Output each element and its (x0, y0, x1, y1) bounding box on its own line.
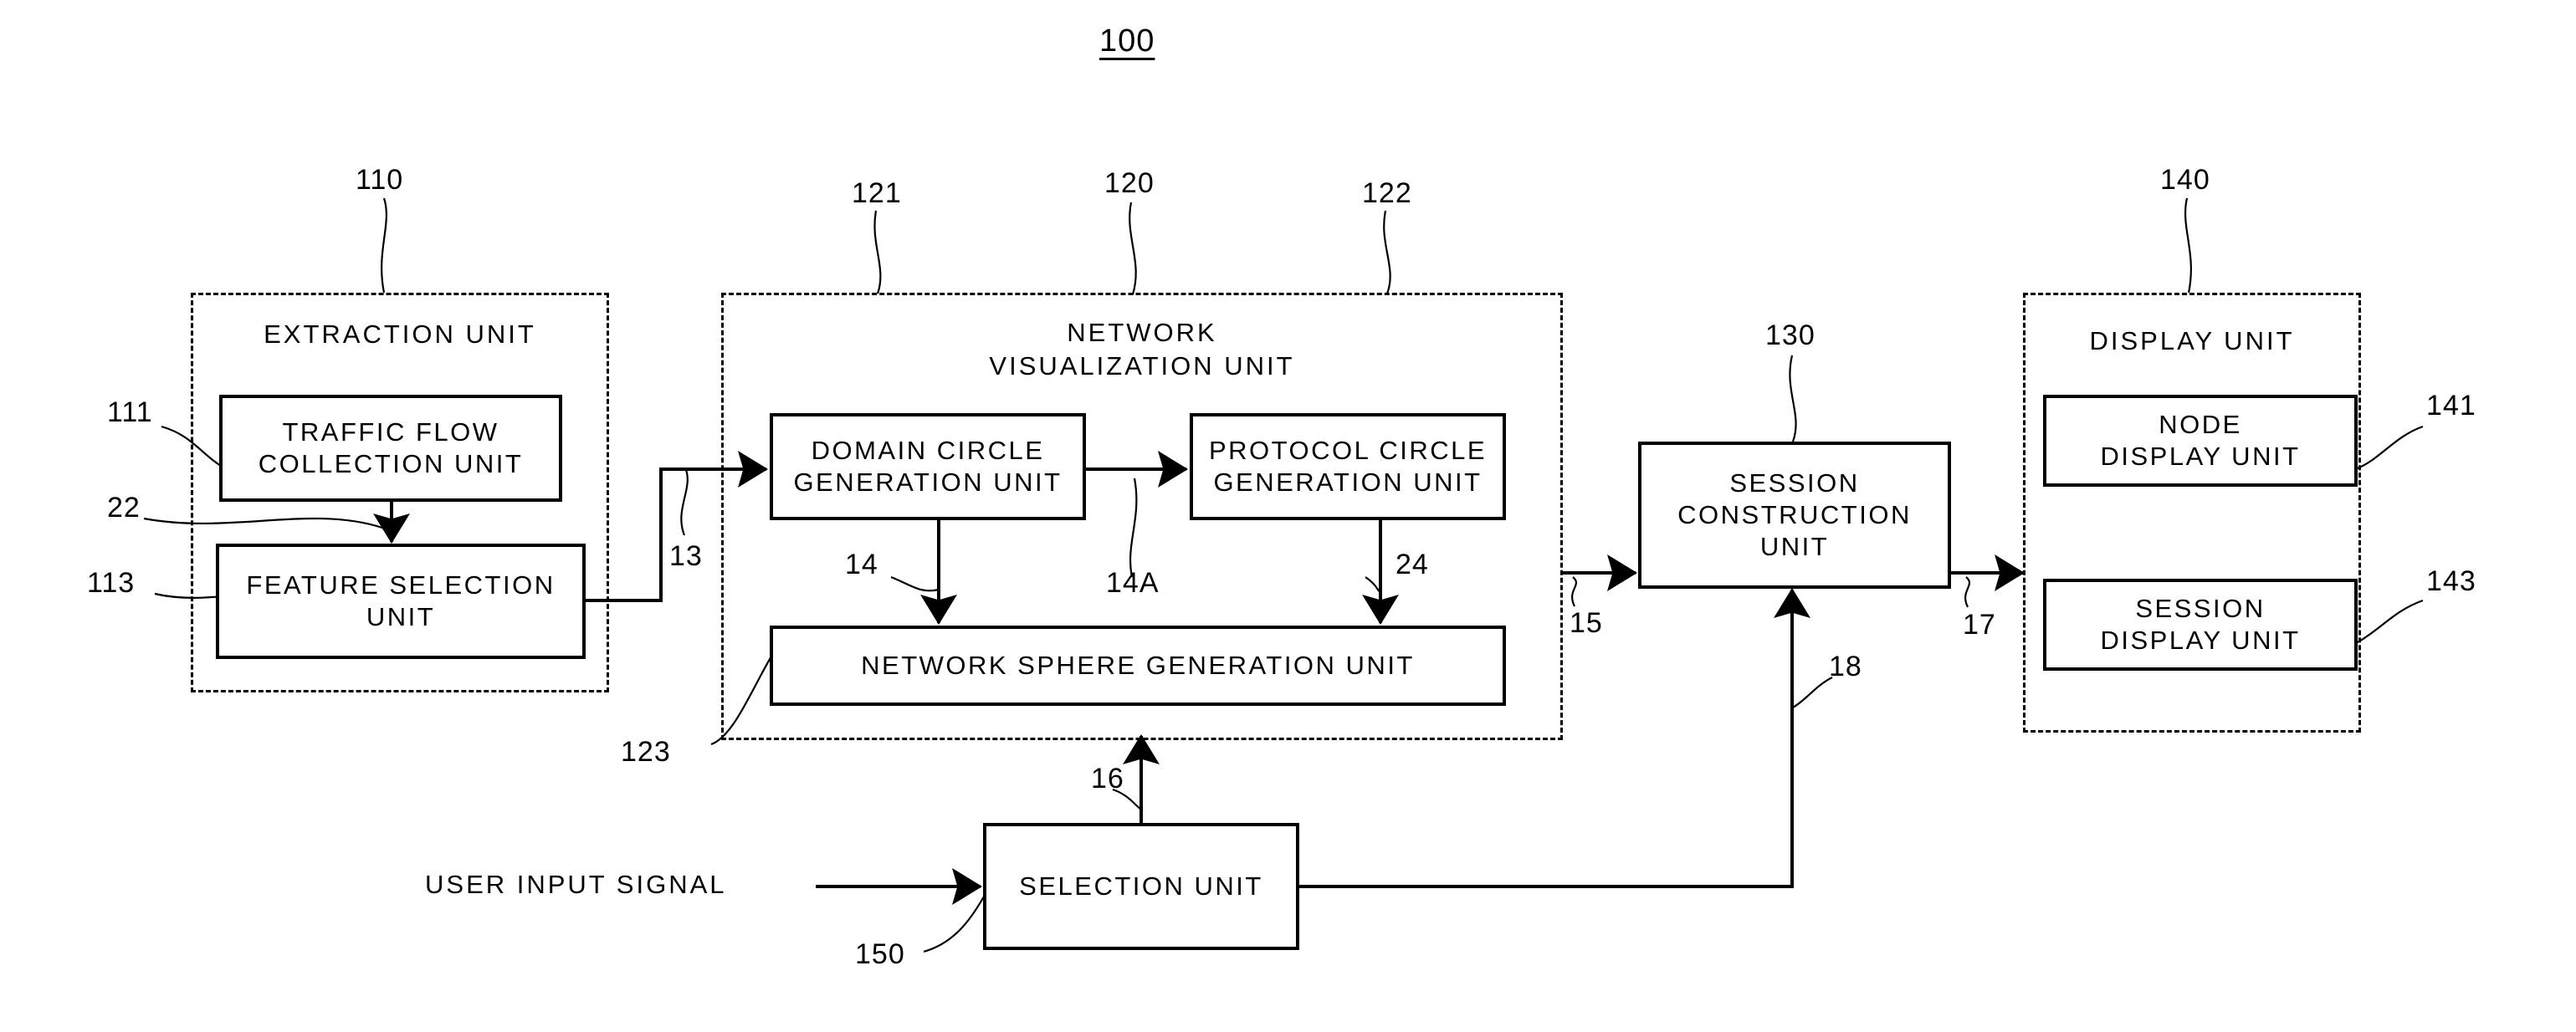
unit-domain-circle-generation-unit[interactable]: DOMAIN CIRCLE GENERATION UNIT (770, 413, 1086, 520)
patent-figure: 100 EXTRACTION UNIT 110 TRAFFIC FLOW COL… (0, 0, 2576, 1032)
leader-150 (923, 896, 985, 953)
leader-13 (680, 469, 689, 536)
unit-label-selection-unit: SELECTION UNIT (1019, 871, 1263, 902)
unit-label-session-construction-unit: SESSION CONSTRUCTION UNIT (1677, 468, 1912, 561)
reference-143: 143 (2426, 565, 2476, 597)
reference-150: 150 (855, 938, 905, 970)
reference-14a: 14A (1106, 567, 1160, 599)
unit-label-node-display-unit: NODE DISPLAY UNIT (2100, 410, 2301, 471)
unit-label-network-sphere-generation-unit: NETWORK SPHERE GENERATION UNIT (861, 651, 1415, 681)
reference-120: 120 (1104, 167, 1155, 199)
reference-24: 24 (1396, 549, 1429, 580)
group-title-line-2: VISUALIZATION UNIT (989, 351, 1295, 381)
reference-13: 13 (669, 540, 703, 572)
unit-node-display-unit[interactable]: NODE DISPLAY UNIT (2043, 395, 2358, 487)
leader-130 (1789, 355, 1797, 442)
reference-141: 141 (2426, 390, 2476, 421)
unit-label-session-display-unit: SESSION DISPLAY UNIT (2100, 594, 2301, 655)
leader-110 (381, 197, 387, 294)
unit-protocol-circle-generation-unit[interactable]: PROTOCOL CIRCLE GENERATION UNIT (1190, 413, 1506, 520)
reference-113: 113 (87, 567, 136, 599)
unit-traffic-flow-collection-unit[interactable]: TRAFFIC FLOW COLLECTION UNIT (219, 395, 562, 502)
unit-label-domain-circle-generation-unit: DOMAIN CIRCLE GENERATION UNIT (793, 436, 1063, 497)
leader-121 (873, 210, 882, 294)
leader-17 (1964, 576, 1971, 608)
leader-122 (1383, 210, 1391, 294)
unit-label-feature-selection-unit: FEATURE SELECTION UNIT (246, 570, 556, 631)
user-input-signal-label: USER INPUT SIGNAL (425, 870, 727, 899)
reference-110: 110 (356, 164, 404, 196)
unit-session-display-unit[interactable]: SESSION DISPLAY UNIT (2043, 579, 2358, 671)
group-title-display-unit: DISPLAY UNIT (2089, 326, 2295, 355)
reference-15: 15 (1570, 607, 1603, 639)
leader-18 (1792, 677, 1833, 708)
leader-140 (2184, 197, 2192, 294)
reference-121: 121 (852, 177, 902, 209)
reference-17: 17 (1963, 609, 1996, 641)
unit-feature-selection-unit[interactable]: FEATURE SELECTION UNIT (216, 544, 586, 659)
leader-15 (1571, 576, 1578, 607)
reference-22: 22 (107, 492, 141, 524)
group-title-network-visualization-unit: NETWORK VISUALIZATION UNIT (721, 316, 1563, 384)
group-title-line-1: NETWORK (1067, 318, 1217, 347)
unit-label-traffic-flow-collection-unit: TRAFFIC FLOW COLLECTION UNIT (258, 417, 524, 478)
leader-143 (2357, 599, 2424, 643)
reference-123: 123 (621, 736, 671, 768)
figure-reference-100: 100 (1099, 23, 1155, 59)
reference-18: 18 (1829, 651, 1862, 682)
unit-selection-unit[interactable]: SELECTION UNIT (983, 823, 1299, 950)
reference-140: 140 (2160, 164, 2210, 196)
unit-network-sphere-generation-unit[interactable]: NETWORK SPHERE GENERATION UNIT (770, 626, 1506, 706)
unit-label-protocol-circle-generation-unit: PROTOCOL CIRCLE GENERATION UNIT (1208, 436, 1488, 497)
reference-16: 16 (1091, 763, 1124, 794)
reference-14: 14 (845, 549, 878, 580)
reference-111: 111 (107, 396, 153, 428)
leader-141 (2357, 425, 2424, 470)
reference-122: 122 (1362, 177, 1412, 209)
group-title-extraction-unit: EXTRACTION UNIT (264, 319, 536, 349)
unit-session-construction-unit[interactable]: SESSION CONSTRUCTION UNIT (1638, 442, 1951, 589)
reference-130: 130 (1765, 319, 1815, 351)
leader-120 (1129, 202, 1137, 295)
